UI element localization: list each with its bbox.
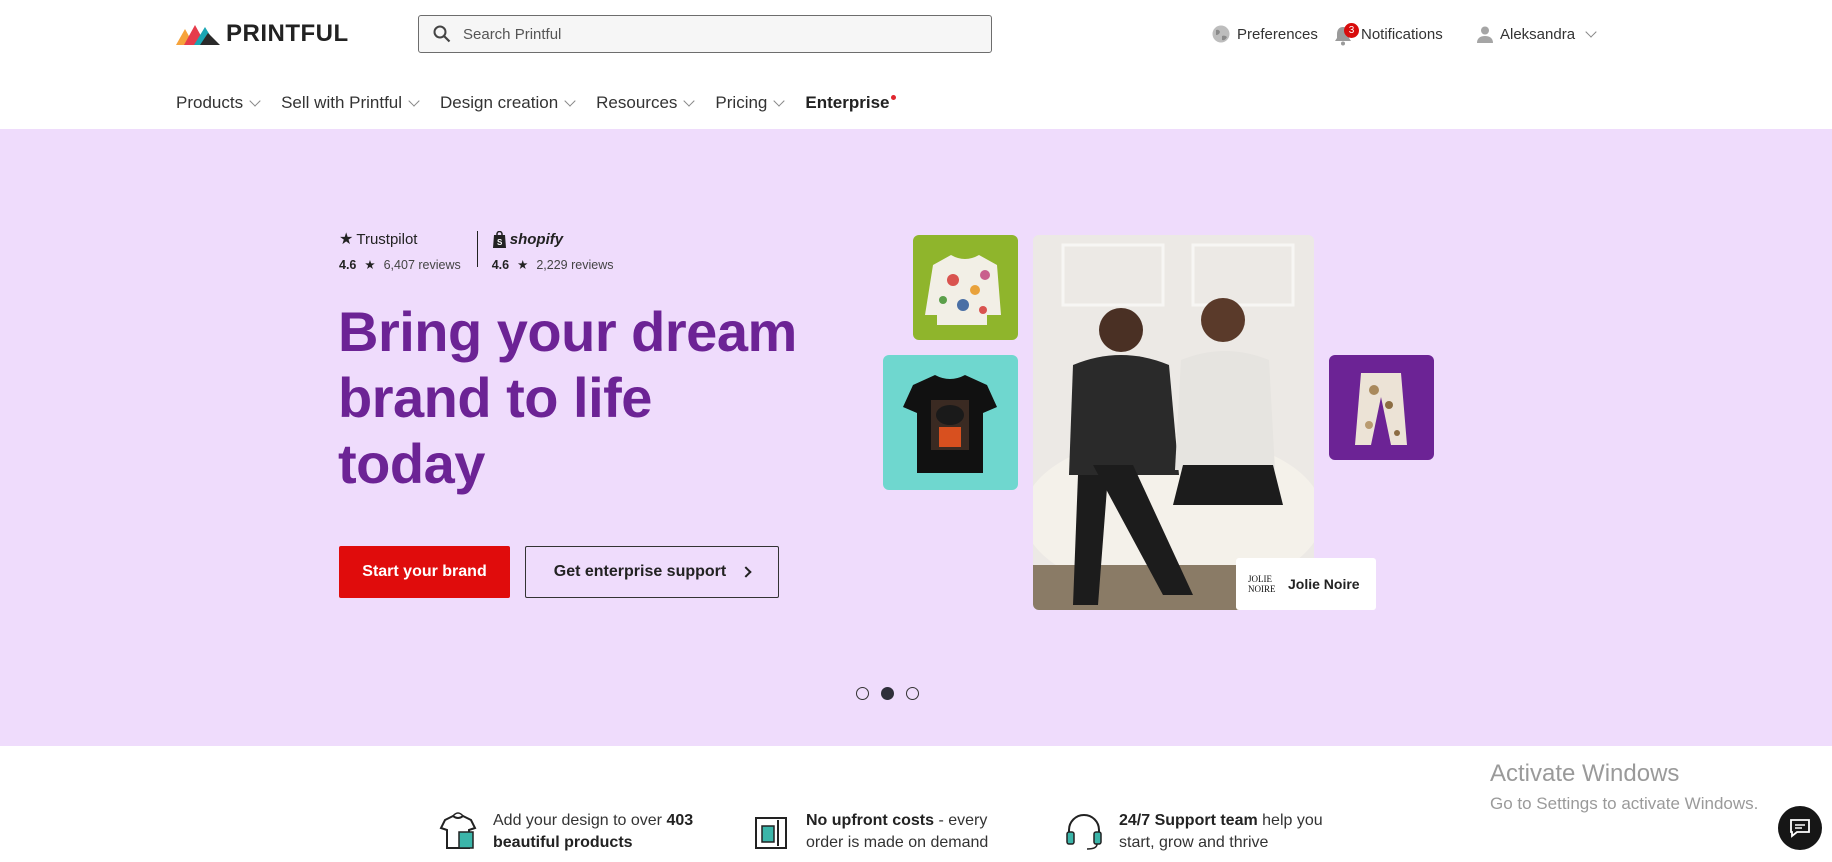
user-name: Aleksandra: [1500, 25, 1576, 43]
trustpilot-star-icon: ★: [339, 231, 354, 248]
trustpilot-rating[interactable]: ★ Trustpilot 4.6 ★ 6,407 reviews: [339, 229, 461, 273]
chevron-down-icon: [564, 94, 576, 107]
jolie-noire-logo: JOLIE NOIRE: [1248, 574, 1276, 594]
search-input[interactable]: [463, 25, 963, 43]
start-your-brand-button[interactable]: Start your brand: [339, 546, 510, 598]
chevron-down-icon: [249, 94, 261, 107]
nav-pricing-label: Pricing: [715, 93, 768, 112]
start-your-brand-label: Start your brand: [362, 563, 487, 580]
chevron-down-icon: [683, 94, 696, 107]
rating-divider: [476, 231, 478, 267]
feature-1-bold: 403: [666, 812, 694, 829]
shopify-reviews: 2,229 reviews: [536, 257, 614, 272]
feature-2-bold: No upfront costs: [806, 812, 934, 829]
feature-products: Add your design to over 403 beautiful pr…: [437, 810, 693, 854]
brand-card: JOLIE NOIRE Jolie Noire: [1236, 558, 1376, 610]
enterprise-support-label: Get enterprise support: [553, 563, 727, 580]
shopping-bag-icon: [755, 817, 787, 849]
features-row: Add your design to over 403 beautiful pr…: [0, 810, 1832, 862]
sweatshirt-product-image: [913, 235, 1018, 340]
user-menu-button[interactable]: Aleksandra: [1476, 20, 1597, 48]
nav-resources[interactable]: Resources: [596, 90, 696, 116]
hero-section: ★ Trustpilot 4.6 ★ 6,407 reviews S shopi…: [0, 129, 1832, 746]
nav-design-label: Design creation: [440, 93, 559, 112]
feature-support: 24/7 Support team help you start, grow a…: [1063, 810, 1323, 854]
user-icon: [1477, 26, 1493, 43]
windows-activation-watermark: Activate Windows Go to Settings to activ…: [1490, 760, 1759, 813]
nav-enterprise[interactable]: Enterprise: [805, 90, 897, 116]
star-icon: ★: [364, 258, 376, 272]
carousel-dots: [856, 687, 919, 700]
new-indicator-dot: [891, 94, 897, 100]
feature-2-line2: order is made on demand: [806, 834, 989, 851]
preferences-button[interactable]: Preferences: [1211, 20, 1318, 48]
carousel-dot-1[interactable]: [856, 687, 869, 700]
pants-product-image: [1329, 355, 1434, 460]
chevron-right-icon: [740, 566, 752, 578]
chevron-down-icon: [773, 94, 786, 107]
preferences-label: Preferences: [1237, 25, 1318, 43]
notifications-count-badge: 3: [1344, 23, 1359, 38]
bell-icon-wrap: 3: [1333, 22, 1359, 46]
chevron-down-icon: [408, 94, 420, 107]
nav-products[interactable]: Products: [176, 90, 261, 116]
nav-sell-with-printful[interactable]: Sell with Printful: [281, 90, 420, 116]
feature-2-text: - every: [934, 812, 988, 829]
star-icon: ★: [517, 258, 529, 272]
feature-no-upfront-costs: No upfront costs - every order is made o…: [750, 810, 988, 854]
main-nav: Products Sell with Printful Design creat…: [176, 90, 897, 116]
carousel-dot-3[interactable]: [906, 687, 919, 700]
logo-text: PRINTFUL: [226, 20, 349, 47]
carousel-dot-2[interactable]: [881, 687, 894, 700]
globe-icon: [1212, 25, 1230, 43]
headset-icon: [1066, 814, 1102, 850]
trustpilot-score: 4.6: [339, 257, 357, 272]
enterprise-support-button[interactable]: Get enterprise support: [525, 546, 779, 598]
chat-icon: [1790, 819, 1810, 838]
tshirt-product-image: [883, 355, 1018, 490]
hero-headline: Bring your dream brand to life today: [338, 300, 797, 495]
ratings-bar: ★ Trustpilot 4.6 ★ 6,407 reviews S shopi…: [339, 229, 613, 272]
feature-3-bold: 24/7 Support team: [1119, 812, 1258, 829]
models-photo: [1033, 235, 1314, 610]
shopify-bag-icon: S: [492, 230, 506, 248]
nav-design-creation[interactable]: Design creation: [440, 90, 576, 116]
nav-resources-label: Resources: [596, 93, 678, 112]
feature-1-text: Add your design to over: [493, 812, 667, 829]
search-icon: [433, 25, 451, 43]
tshirt-tag-icon: [439, 812, 477, 849]
search-bar[interactable]: [418, 15, 992, 53]
brand-name: Jolie Noire: [1288, 576, 1360, 592]
trustpilot-name: Trustpilot: [356, 230, 418, 248]
nav-pricing[interactable]: Pricing: [715, 90, 786, 116]
chat-button[interactable]: [1778, 806, 1822, 850]
notifications-button[interactable]: 3 Notifications: [1333, 20, 1443, 48]
svg-text:S: S: [497, 238, 503, 247]
feature-3-line2: start, grow and thrive: [1119, 834, 1269, 851]
shopify-name: shopify: [509, 230, 564, 248]
printful-logo-icon: [176, 25, 220, 45]
notifications-label: Notifications: [1361, 25, 1443, 43]
nav-sell-label: Sell with Printful: [281, 93, 403, 112]
nav-products-label: Products: [176, 93, 244, 112]
feature-1-line2: beautiful products: [493, 834, 633, 851]
trustpilot-reviews: 6,407 reviews: [383, 257, 461, 272]
nav-enterprise-label: Enterprise: [805, 93, 890, 112]
feature-3-text: help you: [1257, 812, 1323, 829]
printful-logo[interactable]: PRINTFUL: [176, 20, 349, 48]
shopify-score: 4.6: [491, 257, 510, 272]
chevron-down-icon: [1585, 25, 1597, 38]
shopify-rating[interactable]: S shopify 4.6 ★ 2,229 reviews: [491, 229, 614, 272]
